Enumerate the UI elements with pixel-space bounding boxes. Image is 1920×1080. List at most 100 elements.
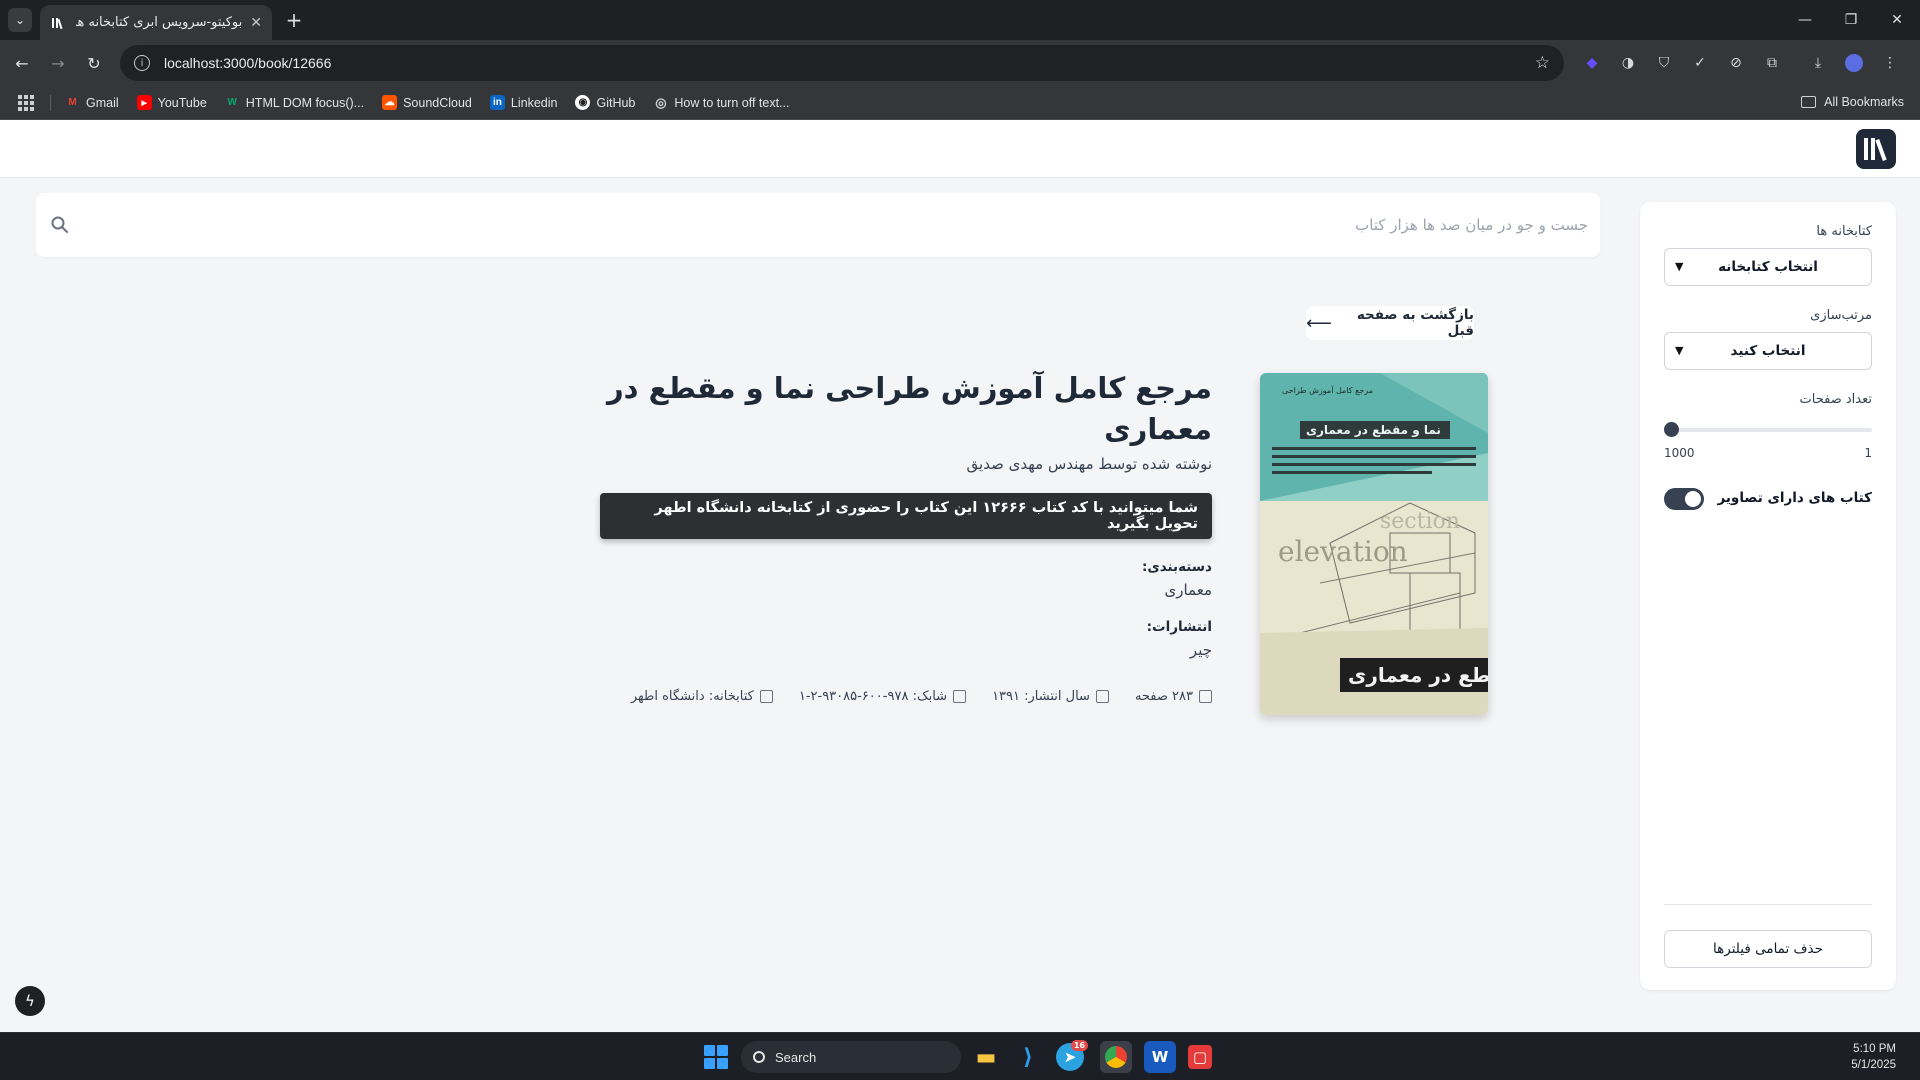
new-tab-plus-icon[interactable]: + [282, 8, 306, 32]
forward-arrow-icon[interactable]: → [46, 51, 70, 75]
extension-contrast-icon[interactable]: ◑ [1616, 51, 1640, 75]
bookmarks-bar: M Gmail ▶ YouTube W HTML DOM focus()... ☁ So… [0, 86, 1920, 120]
browser-tab-bar: ⌄ بوکیتو-سرویس ابری کتابخانه های ✕ + — ❐… [0, 0, 1920, 40]
library-text: کتابخانه: دانشگاه اطهر [630, 689, 754, 704]
sort-select-value: انتخاب کنید [1730, 343, 1806, 359]
minimize-icon[interactable]: — [1782, 0, 1828, 40]
extensions-puzzle-icon[interactable]: ⧉ [1760, 51, 1784, 75]
app-red-icon[interactable]: ▢ [1188, 1045, 1212, 1069]
system-clock[interactable]: 5:10 PM 5/1/2025 [1851, 1041, 1896, 1073]
barcode-icon [953, 690, 967, 703]
all-bookmarks-button[interactable]: All Bookmarks [1801, 95, 1904, 109]
bookmark-html-dom[interactable]: W HTML DOM focus()... [225, 95, 365, 110]
cover-elevation-word: elevation [1278, 535, 1408, 568]
page-count-slider[interactable] [1664, 422, 1872, 437]
bookmark-gmail[interactable]: M Gmail [65, 95, 118, 110]
bookmark-soundcloud[interactable]: ☁ SoundCloud [382, 95, 472, 110]
extensions-row: ◆ ◑ ⛉ ✓ ⊘ ⧉ ⤓ ⋮ [1580, 51, 1902, 75]
extension-diamond-icon[interactable]: ◆ [1580, 51, 1604, 75]
publisher-value: چیر [1189, 641, 1212, 660]
images-toggle[interactable] [1664, 488, 1704, 510]
address-bar[interactable]: i localhost:3000/book/12666 ☆ [120, 45, 1564, 81]
profile-avatar-icon[interactable] [1842, 51, 1866, 75]
cover-band-text: نما و مقطع در معماری [1306, 423, 1441, 438]
pages-text: ۲۸۳ صفحه [1134, 689, 1193, 704]
meta-pages: ۲۸۳ صفحه [1135, 689, 1212, 704]
bookmark-label: SoundCloud [403, 95, 472, 110]
w3schools-icon: W [227, 97, 237, 108]
window-close-icon[interactable]: ✕ [1874, 0, 1920, 40]
library-logo-icon [1864, 138, 1887, 162]
bookmark-label: YouTube [157, 95, 207, 110]
libraries-label: کتابخانه ها [1816, 224, 1872, 239]
globe-icon: ◎ [655, 94, 667, 110]
lightning-icon: ϟ [25, 992, 35, 1010]
toggle-knob [1685, 491, 1701, 507]
restore-icon[interactable]: ❐ [1828, 0, 1874, 40]
book-cover-image: مرجع کامل آموزش طراحی نما و مقطع در معما… [1260, 373, 1488, 715]
download-icon[interactable]: ⤓ [1806, 51, 1830, 75]
book-details: مرجع کامل آموزش طراحی نما و مقطع در معما… [600, 368, 1212, 659]
bookmark-linkedin[interactable]: in Linkedin [489, 95, 557, 110]
sort-label: مرتب‌سازی [1810, 308, 1872, 323]
extension-compass-icon[interactable]: ⊘ [1724, 51, 1748, 75]
bookmark-label: HTML DOM focus()... [245, 95, 365, 110]
page-count-label: تعداد صفحات [1799, 392, 1872, 407]
bookmark-label: How to turn off text... [674, 95, 790, 110]
taskbar-search-label: Search [775, 1049, 817, 1065]
extension-shield-icon[interactable]: ⛉ [1652, 51, 1676, 75]
cover-top-text: مرجع کامل آموزش طراحی [1282, 385, 1373, 395]
tab-close-icon[interactable]: ✕ [250, 15, 262, 31]
library-icon [759, 690, 773, 703]
github-icon: ◉ [575, 95, 591, 110]
file-explorer-icon[interactable]: ▬ [970, 1041, 1002, 1073]
apps-grid-icon[interactable] [18, 94, 34, 111]
all-bookmarks-label: All Bookmarks [1824, 95, 1904, 109]
book-title: مرجع کامل آموزش طراحی نما و مقطع در معما… [606, 371, 1212, 446]
reload-icon[interactable]: ↻ [82, 51, 106, 75]
taskbar-search[interactable]: Search [741, 1041, 961, 1073]
search-input[interactable] [110, 205, 1590, 245]
bookmark-youtube[interactable]: ▶ YouTube [136, 95, 207, 110]
browser-toolbar: ← → ↻ i localhost:3000/book/12666 ☆ ◆ ◑ … [0, 40, 1920, 86]
linkedin-icon: in [489, 95, 505, 110]
word-icon[interactable]: W [1144, 1041, 1176, 1073]
chrome-icon[interactable] [1100, 1041, 1132, 1073]
tab-search-chevron-icon[interactable]: ⌄ [8, 8, 32, 32]
back-arrow-icon[interactable]: ← [10, 51, 34, 75]
library-select[interactable]: انتخاب کتابخانه ▼ [1664, 248, 1872, 286]
sort-select[interactable]: انتخاب کنید ▼ [1664, 332, 1872, 370]
slider-handle[interactable] [1664, 422, 1679, 437]
soundcloud-icon: ☁ [382, 95, 398, 110]
taskbar-search-icon [753, 1051, 765, 1063]
telegram-badge: 16 [1070, 1040, 1088, 1051]
book-open-icon [1199, 690, 1212, 703]
browser-menu-icon[interactable]: ⋮ [1878, 51, 1902, 75]
extension-check-icon[interactable]: ✓ [1688, 51, 1712, 75]
window-controls: — ❐ ✕ [1782, 0, 1920, 40]
site-info-icon[interactable]: i [134, 55, 150, 71]
sidebar-divider [1664, 904, 1872, 905]
windows-start-icon[interactable] [704, 1045, 728, 1069]
meta-year: سال انتشار: ۱۳۹۱ [992, 689, 1109, 704]
tab-title: بوکیتو-سرویس ابری کتابخانه های [76, 15, 243, 30]
back-button[interactable]: بازگشت به صفحه قبل ⟵ [1306, 306, 1474, 340]
windows-taskbar: Search ▬ ⟩ ➤ 16 W ▢ 5:10 PM 5/1/2025 [0, 1032, 1920, 1080]
vscode-icon[interactable]: ⟩ [1012, 1041, 1044, 1073]
app-logo[interactable] [1856, 129, 1896, 169]
bookmark-github[interactable]: ◉ GitHub [575, 95, 635, 110]
youtube-icon: ▶ [136, 95, 152, 110]
clear-filters-button[interactable]: حذف تمامی فیلترها [1664, 930, 1872, 968]
search-icon[interactable] [50, 215, 70, 235]
floating-lightning-button[interactable]: ϟ [15, 986, 45, 1016]
publisher-label: انتشارات: [1146, 619, 1212, 636]
bookmark-star-icon[interactable]: ☆ [1535, 53, 1550, 73]
bookmark-label: GitHub [596, 95, 636, 110]
url-text[interactable]: localhost:3000/book/12666 [164, 55, 1535, 71]
bookmark-how-to[interactable]: ◎ How to turn off text... [653, 95, 789, 110]
browser-tab-active[interactable]: بوکیتو-سرویس ابری کتابخانه های ✕ [40, 5, 272, 40]
slider-min-value: 1 [1864, 446, 1872, 460]
library-select-value: انتخاب کتابخانه [1718, 259, 1818, 275]
telegram-icon[interactable]: ➤ 16 [1056, 1040, 1088, 1071]
cover-bottom-text: مقطع در معماری [1348, 663, 1488, 687]
